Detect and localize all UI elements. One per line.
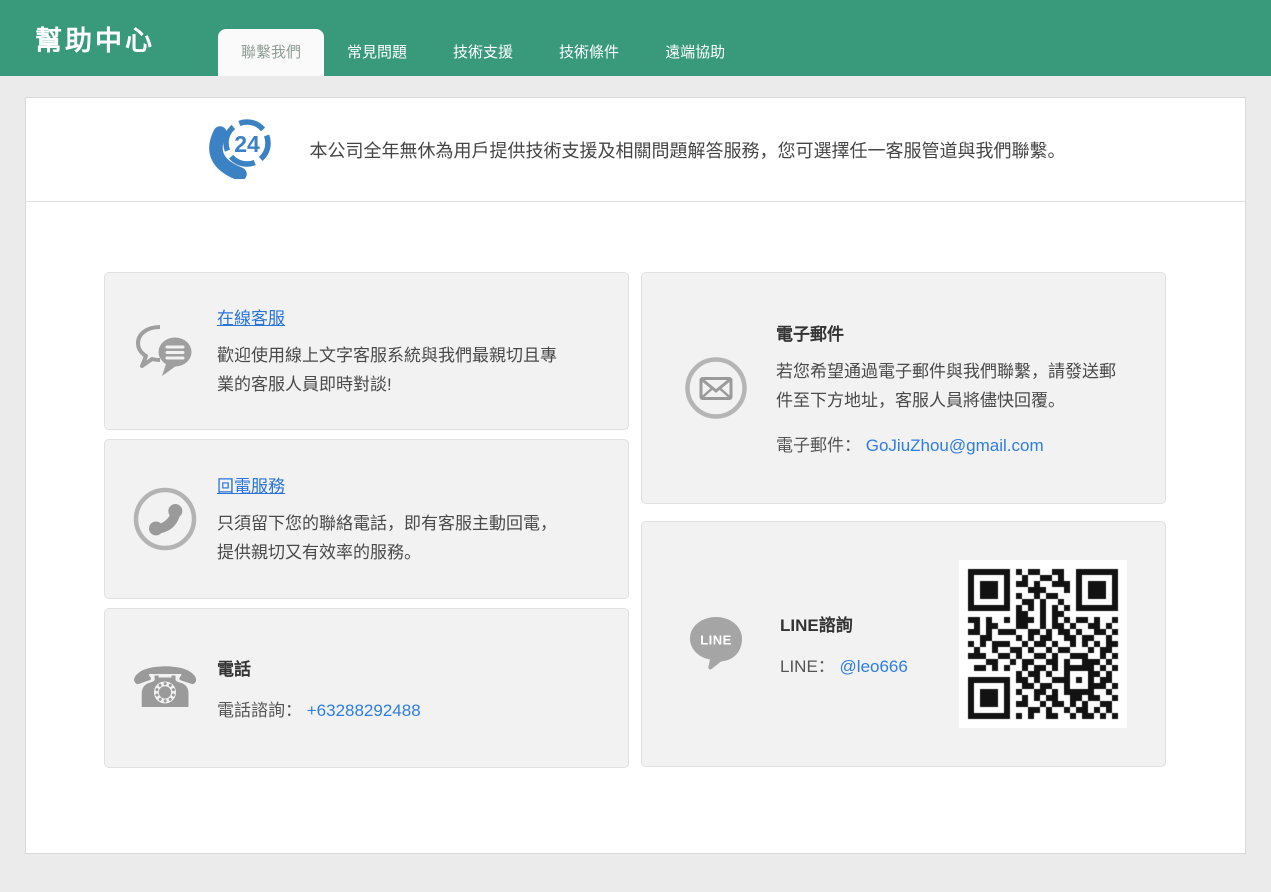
line-logo-icon: LINE (687, 614, 745, 675)
phone-number-link[interactable]: +63288292488 (307, 701, 421, 720)
line-id-link[interactable]: @leo666 (840, 657, 908, 676)
right-column: 電子郵件 若您希望通過電子郵件與我們聯繫，請發送郵件至下方地址，客服人員將儘快回… (641, 272, 1166, 768)
chat-bubbles-icon (129, 323, 201, 379)
nav-tabs: 聯繫我們 常見問題 技術支援 技術條件 遠端協助 (218, 29, 748, 76)
contact-cards: 在線客服 歡迎使用線上文字客服系統與我們最親切且專業的客服人員即時對談! 回電服… (26, 202, 1245, 768)
envelope-circle-icon (684, 356, 748, 420)
online-service-card: 在線客服 歡迎使用線上文字客服系統與我們最親切且專業的客服人員即時對談! (104, 272, 629, 430)
email-card-desc: 若您希望通過電子郵件與我們聯繫，請發送郵件至下方地址，客服人員將儘快回覆。 (776, 362, 1116, 410)
line-logo-text: LINE (700, 632, 732, 647)
phone-card: ☎ 電話 電話諮詢： +63288292488 (104, 608, 629, 768)
line-info-line: LINE： @leo666 (780, 652, 959, 677)
phone-label: 電話諮詢： (217, 701, 302, 720)
tab-faq[interactable]: 常見問題 (324, 29, 430, 76)
phone-card-title: 電話 (217, 660, 251, 679)
support-banner: 24 本公司全年無休為用戶提供技術支援及相關問題解答服務，您可選擇任一客服管道與… (26, 98, 1245, 202)
callback-service-card: 回電服務 只須留下您的聯絡電話，即有客服主動回電，提供親切又有效率的服務。 (104, 439, 629, 599)
telephone-icon: ☎ (130, 656, 200, 719)
tab-tech-requirements[interactable]: 技術條件 (536, 29, 642, 76)
tab-remote-assist[interactable]: 遠端協助 (642, 29, 748, 76)
tab-contact-us[interactable]: 聯繫我們 (218, 29, 325, 76)
callback-service-desc: 只須留下您的聯絡電話，即有客服主動回電，提供親切又有效率的服務。 (217, 513, 557, 562)
email-card-title: 電子郵件 (776, 325, 844, 344)
svg-text:24: 24 (234, 131, 260, 157)
line-card-title: LINE諮詢 (780, 616, 853, 635)
header: 幫助中心 聯繫我們 常見問題 技術支援 技術條件 遠端協助 (0, 0, 1271, 76)
phone-24-icon: 24 (206, 115, 276, 184)
banner-text: 本公司全年無休為用戶提供技術支援及相關問題解答服務，您可選擇任一客服管道與我們聯… (309, 140, 1066, 161)
email-card: 電子郵件 若您希望通過電子郵件與我們聯繫，請發送郵件至下方地址，客服人員將儘快回… (641, 272, 1166, 504)
phone-info-line: 電話諮詢： +63288292488 (217, 696, 569, 721)
site-title: 幫助中心 (35, 25, 155, 56)
online-service-link[interactable]: 在線客服 (217, 309, 285, 328)
email-address-link[interactable]: GoJiuZhou@gmail.com (866, 436, 1044, 455)
content-panel: 24 本公司全年無休為用戶提供技術支援及相關問題解答服務，您可選擇任一客服管道與… (25, 97, 1246, 854)
line-card: LINE LINE諮詢 LINE： @leo666 (641, 521, 1166, 767)
line-qr-code (959, 560, 1127, 728)
online-service-desc: 歡迎使用線上文字客服系統與我們最親切且專業的客服人員即時對談! (217, 345, 557, 394)
left-column: 在線客服 歡迎使用線上文字客服系統與我們最親切且專業的客服人員即時對談! 回電服… (104, 272, 629, 768)
callback-service-link[interactable]: 回電服務 (217, 477, 285, 496)
tab-tech-support[interactable]: 技術支援 (430, 29, 536, 76)
email-info-line: 電子郵件： GoJiuZhou@gmail.com (776, 431, 1124, 456)
phone-circle-icon (129, 486, 201, 552)
email-label: 電子郵件： (776, 436, 861, 455)
line-label: LINE： (780, 657, 835, 676)
